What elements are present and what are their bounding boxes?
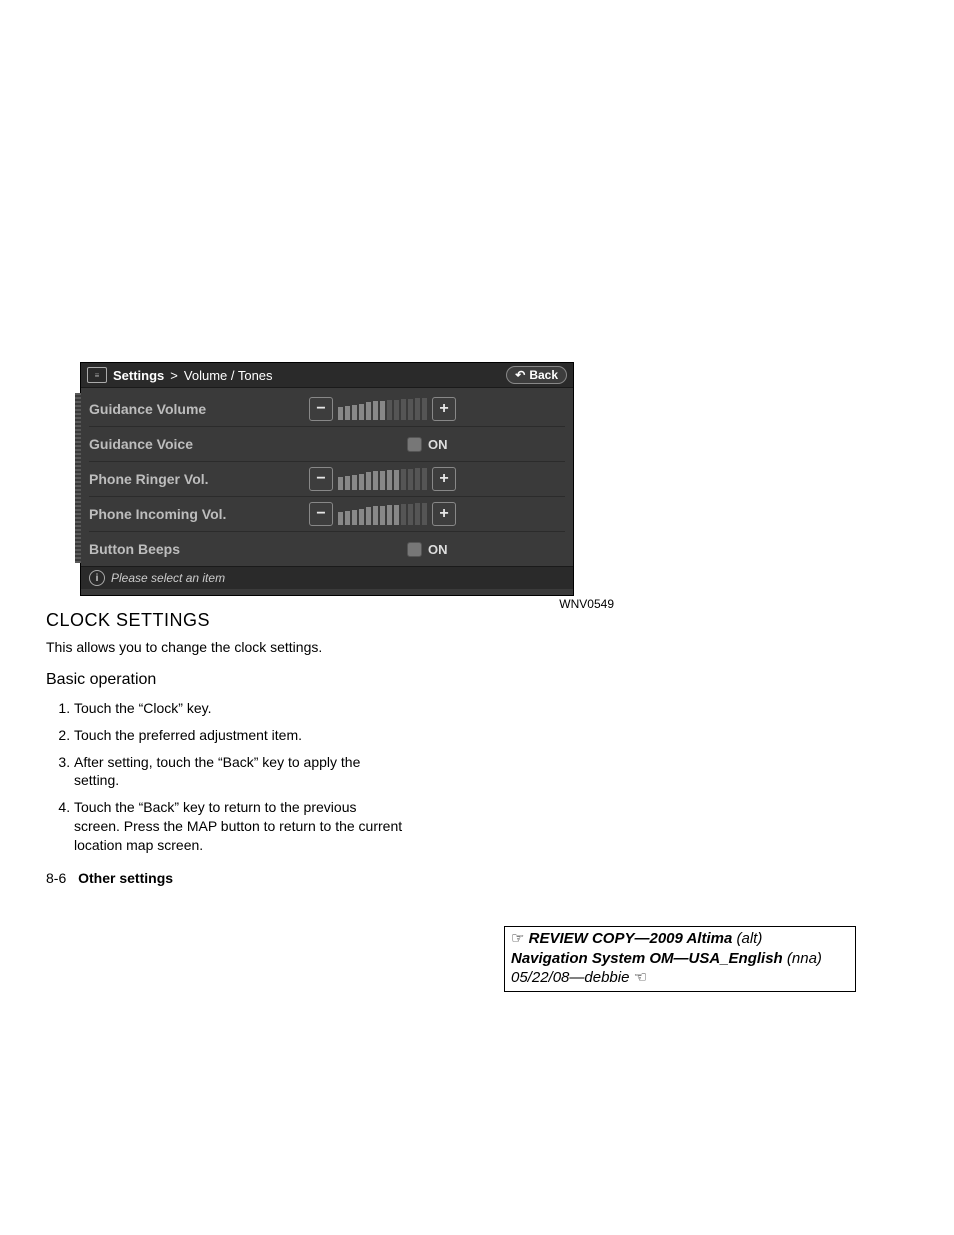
- minus-button[interactable]: −: [309, 467, 333, 491]
- breadcrumb-root: Settings: [113, 368, 164, 383]
- toggle-on[interactable]: ON: [399, 540, 456, 559]
- plus-button[interactable]: +: [432, 467, 456, 491]
- stamp-review-copy: REVIEW COPY—: [529, 930, 650, 947]
- plus-button[interactable]: +: [432, 397, 456, 421]
- scroll-indicator: [75, 393, 81, 563]
- row-label: Button Beeps: [89, 541, 309, 557]
- status-text: Please select an item: [111, 571, 225, 585]
- row-label: Phone Ringer Vol.: [89, 471, 309, 487]
- row-phone-ringer[interactable]: Phone Ringer Vol. − +: [89, 462, 565, 497]
- stamp-doc-code: (nna): [783, 950, 822, 967]
- stamp-model-code: (alt): [732, 930, 762, 947]
- minus-button[interactable]: −: [309, 502, 333, 526]
- breadcrumb-sep: >: [170, 368, 178, 383]
- back-button[interactable]: ↶ Back: [506, 366, 567, 384]
- back-arrow-icon: ↶: [515, 368, 525, 382]
- heading-clock-settings: CLOCK SETTINGS: [46, 608, 406, 632]
- volume-bars: [338, 503, 427, 525]
- nav-statusbar: i Please select an item: [81, 566, 573, 589]
- volume-slider: − +: [309, 502, 456, 526]
- stamp-line3: 05/22/08—debbie ☜: [511, 968, 849, 988]
- row-label: Guidance Volume: [89, 401, 309, 417]
- section-name: Other settings: [78, 870, 173, 886]
- back-label: Back: [529, 368, 558, 382]
- toggle-indicator-icon: [407, 437, 422, 452]
- row-guidance-voice[interactable]: Guidance Voice ON: [89, 427, 565, 462]
- page-footer: 8-6 Other settings: [46, 869, 406, 888]
- row-phone-incoming[interactable]: Phone Incoming Vol. − +: [89, 497, 565, 532]
- stamp-line2: Navigation System OM—USA_English (nna): [511, 949, 849, 969]
- volume-bars: [338, 398, 427, 420]
- step-item: Touch the preferred adjustment item.: [74, 726, 406, 745]
- heading-basic-operation: Basic operation: [46, 669, 406, 691]
- pointing-hand-left-icon: ☜: [634, 969, 647, 986]
- row-label: Phone Incoming Vol.: [89, 506, 309, 522]
- plus-button[interactable]: +: [432, 502, 456, 526]
- nav-settings-figure: ≡ Settings > Volume / Tones ↶ Back Guida…: [80, 362, 574, 611]
- menu-icon: ≡: [87, 367, 107, 383]
- row-label: Guidance Voice: [89, 436, 309, 452]
- stamp-model: 2009 Altima: [649, 930, 732, 947]
- pointing-hand-right-icon: ☞: [511, 930, 524, 947]
- info-icon: i: [89, 570, 105, 586]
- step-item: Touch the “Clock” key.: [74, 699, 406, 718]
- page-number: 8-6: [46, 870, 66, 886]
- stamp-line1: ☞ REVIEW COPY—2009 Altima (alt): [511, 929, 849, 949]
- toggle-indicator-icon: [407, 542, 422, 557]
- review-copy-stamp: ☞ REVIEW COPY—2009 Altima (alt) Navigati…: [504, 926, 856, 992]
- stamp-date-author: 05/22/08—debbie: [511, 969, 629, 986]
- volume-slider: − +: [309, 467, 456, 491]
- row-guidance-volume[interactable]: Guidance Volume − +: [89, 392, 565, 427]
- steps-list: Touch the “Clock” key. Touch the preferr…: [46, 699, 406, 855]
- text-column: CLOCK SETTINGS This allows you to change…: [46, 608, 406, 888]
- intro-paragraph: This allows you to change the clock sett…: [46, 638, 406, 657]
- step-item: Touch the “Back” key to return to the pr…: [74, 798, 406, 855]
- volume-slider: − +: [309, 397, 456, 421]
- toggle-label: ON: [428, 437, 448, 452]
- stamp-document: Navigation System OM—USA_English: [511, 950, 783, 967]
- step-item: After setting, touch the “Back” key to a…: [74, 753, 406, 791]
- nav-titlebar: ≡ Settings > Volume / Tones ↶ Back: [81, 363, 573, 388]
- nav-screen: ≡ Settings > Volume / Tones ↶ Back Guida…: [80, 362, 574, 596]
- row-button-beeps[interactable]: Button Beeps ON: [89, 532, 565, 566]
- volume-bars: [338, 468, 427, 490]
- breadcrumb-leaf: Volume / Tones: [184, 368, 273, 383]
- minus-button[interactable]: −: [309, 397, 333, 421]
- toggle-on[interactable]: ON: [399, 435, 456, 454]
- toggle-label: ON: [428, 542, 448, 557]
